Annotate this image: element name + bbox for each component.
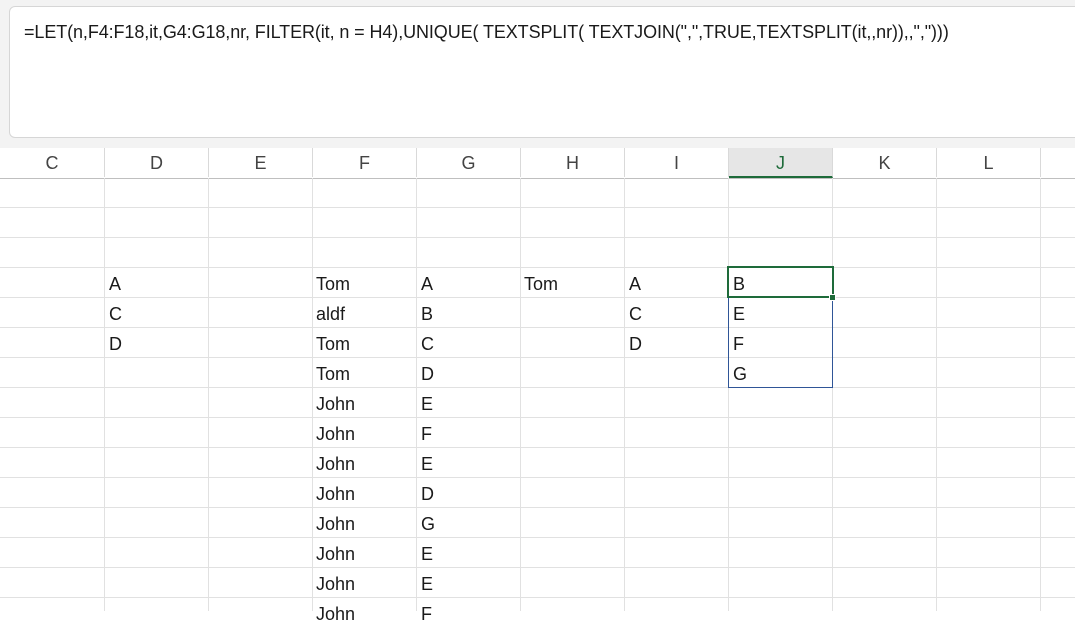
- cell-f5[interactable]: aldf: [316, 299, 345, 329]
- cell-f12[interactable]: John: [316, 509, 355, 539]
- cell-g11[interactable]: D: [421, 479, 434, 509]
- cell-g9[interactable]: F: [421, 419, 432, 449]
- cell-j4[interactable]: B: [733, 269, 745, 299]
- column-header-d[interactable]: D: [105, 148, 209, 177]
- fill-handle[interactable]: [829, 294, 836, 301]
- gridline: [0, 387, 1075, 388]
- cell-d4[interactable]: A: [109, 269, 121, 299]
- cell-j6[interactable]: F: [733, 329, 744, 359]
- cell-f14[interactable]: John: [316, 569, 355, 599]
- formula-area: =LET(n,F4:F18,it,G4:G18,nr, FILTER(it, n…: [0, 0, 1075, 150]
- cell-j7[interactable]: G: [733, 359, 747, 389]
- gridline: [0, 417, 1075, 418]
- worksheet-grid[interactable]: A C D Tom aldf Tom Tom John John John Jo…: [0, 178, 1075, 624]
- cell-f11[interactable]: John: [316, 479, 355, 509]
- column-header-e[interactable]: E: [209, 148, 313, 177]
- gridline: [0, 237, 1075, 238]
- cell-f7[interactable]: Tom: [316, 359, 350, 389]
- gridline: [104, 178, 105, 611]
- cell-i5[interactable]: C: [629, 299, 642, 329]
- gridline: [0, 597, 1075, 598]
- cell-g15[interactable]: F: [421, 599, 432, 629]
- gridline: [0, 327, 1075, 328]
- cell-g8[interactable]: E: [421, 389, 433, 419]
- column-header-g[interactable]: G: [417, 148, 521, 177]
- cell-f6[interactable]: Tom: [316, 329, 350, 359]
- gridline: [1040, 178, 1041, 611]
- column-header-bar: C D E F G H I J K L: [0, 148, 1075, 179]
- cell-g13[interactable]: E: [421, 539, 433, 569]
- gridline: [0, 207, 1075, 208]
- cell-f4[interactable]: Tom: [316, 269, 350, 299]
- gridline: [624, 178, 625, 611]
- cell-g14[interactable]: E: [421, 569, 433, 599]
- cell-g12[interactable]: G: [421, 509, 435, 539]
- column-header-h[interactable]: H: [521, 148, 625, 177]
- gridline: [728, 178, 729, 611]
- gridline: [936, 178, 937, 611]
- column-header-i[interactable]: I: [625, 148, 729, 177]
- cell-g10[interactable]: E: [421, 449, 433, 479]
- cell-f8[interactable]: John: [316, 389, 355, 419]
- gridline: [0, 567, 1075, 568]
- column-header-j[interactable]: J: [729, 148, 833, 178]
- cell-g4[interactable]: A: [421, 269, 433, 299]
- gridline: [0, 267, 1075, 268]
- gridline: [832, 178, 833, 611]
- cell-h4[interactable]: Tom: [524, 269, 558, 299]
- column-header-l[interactable]: L: [937, 148, 1041, 177]
- gridline: [0, 537, 1075, 538]
- column-header-c[interactable]: C: [0, 148, 105, 177]
- cell-f9[interactable]: John: [316, 419, 355, 449]
- gridline: [0, 507, 1075, 508]
- gridline: [0, 447, 1075, 448]
- formula-text[interactable]: =LET(n,F4:F18,it,G4:G18,nr, FILTER(it, n…: [24, 22, 949, 43]
- cell-d6[interactable]: D: [109, 329, 122, 359]
- gridline: [0, 477, 1075, 478]
- gridline: [0, 357, 1075, 358]
- cell-d5[interactable]: C: [109, 299, 122, 329]
- cell-f13[interactable]: John: [316, 539, 355, 569]
- column-header-k[interactable]: K: [833, 148, 937, 177]
- gridline: [416, 178, 417, 611]
- cell-f15[interactable]: John: [316, 599, 355, 629]
- cell-i4[interactable]: A: [629, 269, 641, 299]
- cell-g6[interactable]: C: [421, 329, 434, 359]
- cell-g5[interactable]: B: [421, 299, 433, 329]
- cell-f10[interactable]: John: [316, 449, 355, 479]
- gridline: [312, 178, 313, 611]
- cell-i6[interactable]: D: [629, 329, 642, 359]
- column-header-f[interactable]: F: [313, 148, 417, 177]
- formula-bar[interactable]: =LET(n,F4:F18,it,G4:G18,nr, FILTER(it, n…: [9, 6, 1075, 138]
- gridline: [208, 178, 209, 611]
- cell-g7[interactable]: D: [421, 359, 434, 389]
- gridline: [520, 178, 521, 611]
- cell-j5[interactable]: E: [733, 299, 745, 329]
